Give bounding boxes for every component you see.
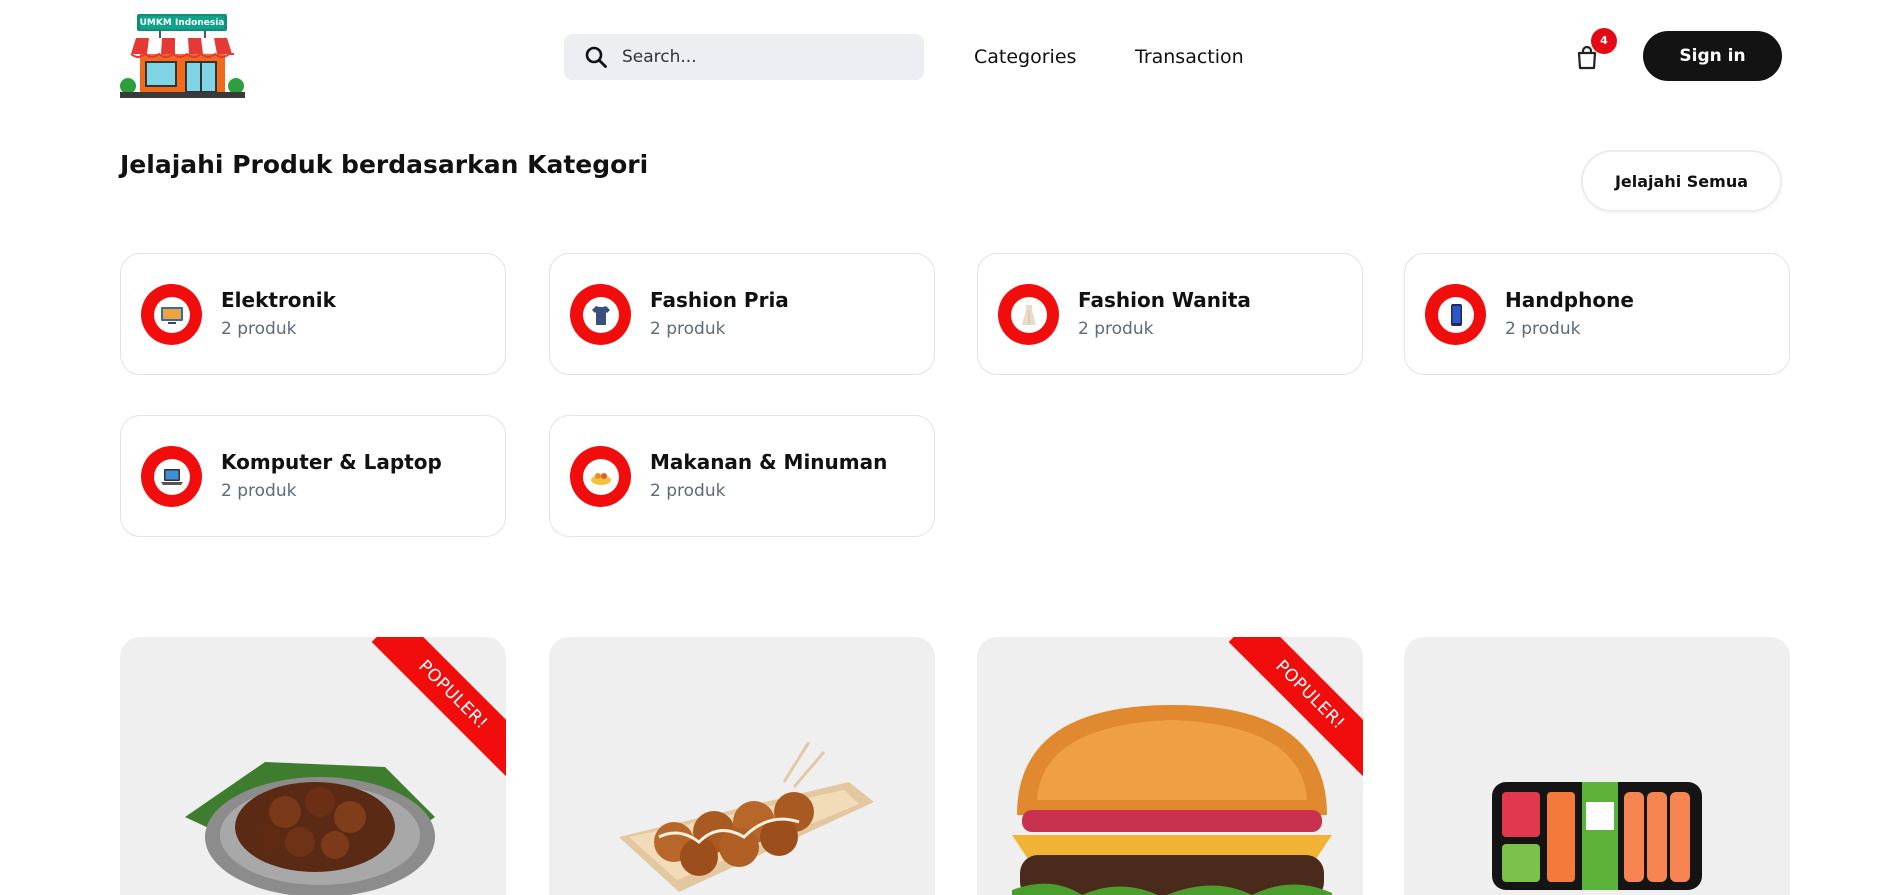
logo-text: UMKM Indonesia xyxy=(139,18,225,28)
category-icon-circle xyxy=(998,284,1059,345)
category-card-komputer-laptop[interactable]: Komputer & Laptop 2 produk xyxy=(120,415,506,537)
category-icon-circle xyxy=(141,446,202,507)
category-count: 2 produk xyxy=(1505,319,1581,339)
nav-categories[interactable]: Categories xyxy=(974,43,1076,71)
food-icon xyxy=(590,472,611,485)
laptop-icon xyxy=(160,468,183,485)
nav-transaction[interactable]: Transaction xyxy=(1135,43,1244,71)
category-name: Elektronik xyxy=(221,288,336,312)
category-name: Handphone xyxy=(1505,288,1634,312)
sign-in-button[interactable]: Sign in xyxy=(1643,31,1782,81)
category-count: 2 produk xyxy=(221,481,297,501)
section-title: Jelajahi Produk berdasarkan Kategori xyxy=(120,150,649,179)
category-icon-circle xyxy=(141,284,202,345)
product-card[interactable]: POPULER! xyxy=(977,637,1363,895)
rendang-dish-image xyxy=(185,762,435,895)
category-count: 2 produk xyxy=(221,319,297,339)
category-icon-circle xyxy=(1425,284,1486,345)
tshirt-icon xyxy=(591,305,610,325)
category-card-fashion-pria[interactable]: Fashion Pria 2 produk xyxy=(549,253,935,375)
product-card[interactable]: POPULER! xyxy=(120,637,506,895)
category-icon-circle xyxy=(570,284,631,345)
explore-all-button[interactable]: Jelajahi Semua xyxy=(1581,150,1782,212)
category-card-handphone[interactable]: Handphone 2 produk xyxy=(1404,253,1790,375)
category-icon-circle xyxy=(570,446,631,507)
phone-icon xyxy=(1450,303,1462,326)
category-card-fashion-wanita[interactable]: Fashion Wanita 2 produk xyxy=(977,253,1363,375)
burger-image xyxy=(1012,705,1332,895)
category-name: Makanan & Minuman xyxy=(650,450,888,474)
category-name: Fashion Pria xyxy=(650,288,789,312)
electronics-icon xyxy=(160,306,183,324)
dress-icon xyxy=(1021,304,1036,325)
category-count: 2 produk xyxy=(650,319,726,339)
top-header: UMKM Indonesia Categories Transaction 4 … xyxy=(0,0,1899,115)
category-count: 2 produk xyxy=(1078,319,1154,339)
product-card[interactable] xyxy=(549,637,935,895)
category-card-makanan-minuman[interactable]: Makanan & Minuman 2 produk xyxy=(549,415,935,537)
category-count: 2 produk xyxy=(650,481,726,501)
search-icon xyxy=(585,46,607,68)
category-name: Fashion Wanita xyxy=(1078,288,1251,312)
sushi-box-image xyxy=(1492,782,1702,890)
search-input[interactable] xyxy=(622,37,892,77)
category-name: Komputer & Laptop xyxy=(221,450,442,474)
category-card-elektronik[interactable]: Elektronik 2 produk xyxy=(120,253,506,375)
search-bar[interactable] xyxy=(564,34,924,80)
product-card[interactable] xyxy=(1404,637,1790,895)
cart-count-badge: 4 xyxy=(1591,28,1617,54)
takoyaki-image xyxy=(619,742,874,892)
store-logo[interactable]: UMKM Indonesia xyxy=(120,14,245,98)
